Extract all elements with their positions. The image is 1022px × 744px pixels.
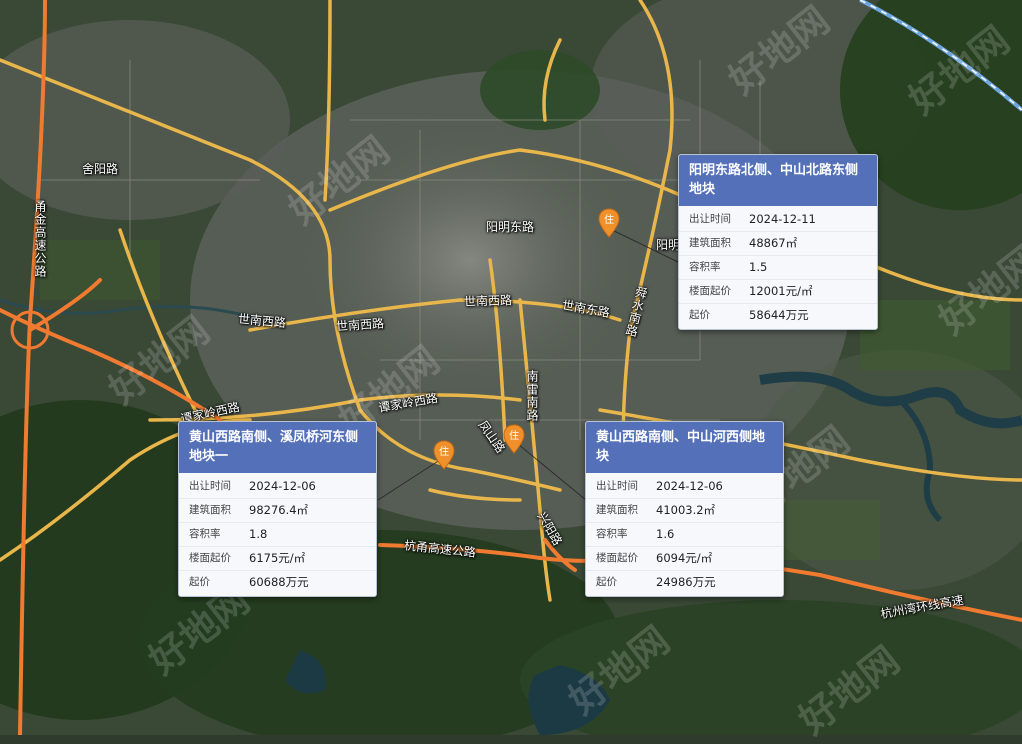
road-label-yangming-east: 阳明东路 [486, 220, 535, 234]
popup-row-floor-price: 楼面起价 6094元/㎡ [586, 546, 783, 570]
row-value: 2024-12-06 [656, 479, 723, 493]
row-label: 建筑面积 [596, 504, 638, 516]
road-label-sheyang: 舍阳路 [82, 162, 119, 176]
row-value: 2024-12-11 [749, 212, 816, 226]
popup-row-date: 出让时间 2024-12-06 [586, 475, 783, 498]
popup-row-start-price: 起价 58644万元 [679, 303, 877, 327]
row-value: 58644万元 [749, 308, 809, 322]
road-label-nanlei: 南雷南路 [525, 370, 539, 422]
popup-row-start-price: 起价 24986万元 [586, 570, 783, 594]
satellite-map[interactable] [0, 0, 1022, 735]
row-value: 12001元/㎡ [749, 284, 813, 298]
residential-pin-icon[interactable]: 住 [503, 424, 525, 454]
row-label: 楼面起价 [189, 552, 231, 564]
row-value: 1.8 [249, 527, 268, 541]
road-label-shinan-west-2: 世南西路 [335, 316, 385, 334]
residential-pin-icon[interactable]: 住 [433, 440, 455, 470]
row-label: 出让时间 [189, 480, 231, 492]
popup-row-area: 建筑面积 41003.2㎡ [586, 498, 783, 522]
road-label-shinan-west-3: 世南西路 [463, 293, 513, 309]
row-value: 24986万元 [656, 575, 716, 589]
row-value: 48867㎡ [749, 236, 798, 250]
popup-row-far: 容积率 1.8 [179, 522, 376, 546]
row-label: 容积率 [689, 261, 721, 273]
row-value: 1.6 [656, 527, 675, 541]
popup-row-date: 出让时间 2024-12-06 [179, 475, 376, 498]
popup-title: 黄山西路南侧、溪凤桥河东侧地块一 [179, 422, 376, 473]
row-label: 起价 [189, 576, 210, 588]
row-label: 楼面起价 [689, 285, 731, 297]
row-label: 出让时间 [596, 480, 638, 492]
row-value: 1.5 [749, 260, 768, 274]
row-label: 容积率 [189, 528, 221, 540]
row-value: 6094元/㎡ [656, 551, 713, 565]
row-label: 起价 [596, 576, 617, 588]
road-label-yangming: 阳明 [656, 238, 681, 252]
residential-pin-icon[interactable]: 住 [598, 208, 620, 238]
row-value: 41003.2㎡ [656, 503, 716, 517]
marker-glyph: 住 [439, 445, 449, 458]
popup-row-floor-price: 楼面起价 12001元/㎡ [679, 279, 877, 303]
popup-row-area: 建筑面积 48867㎡ [679, 231, 877, 255]
popup-row-start-price: 起价 60688万元 [179, 570, 376, 594]
popup-row-far: 容积率 1.5 [679, 255, 877, 279]
row-label: 建筑面积 [189, 504, 231, 516]
row-value: 98276.4㎡ [249, 503, 309, 517]
road-label-expressway-west: 甬金高速公路 [33, 200, 47, 278]
row-label: 楼面起价 [596, 552, 638, 564]
popup-row-far: 容积率 1.6 [586, 522, 783, 546]
row-label: 出让时间 [689, 213, 731, 225]
row-value: 2024-12-06 [249, 479, 316, 493]
popup-row-area: 建筑面积 98276.4㎡ [179, 498, 376, 522]
land-parcel-popup[interactable]: 阳明东路北侧、中山北路东侧地块 出让时间 2024-12-11 建筑面积 48867… [678, 154, 878, 330]
marker-glyph: 住 [509, 429, 519, 442]
land-parcel-popup[interactable]: 黄山西路南侧、中山河西侧地块 出让时间 2024-12-06 建筑面积 41003.… [585, 421, 784, 597]
row-value: 6175元/㎡ [249, 551, 306, 565]
row-label: 容积率 [596, 528, 628, 540]
row-label: 起价 [689, 309, 710, 321]
popup-row-date: 出让时间 2024-12-11 [679, 208, 877, 231]
marker-glyph: 住 [604, 213, 614, 226]
popup-title: 阳明东路北侧、中山北路东侧地块 [679, 155, 877, 206]
popup-title: 黄山西路南侧、中山河西侧地块 [586, 422, 783, 473]
row-value: 60688万元 [249, 575, 309, 589]
popup-row-floor-price: 楼面起价 6175元/㎡ [179, 546, 376, 570]
land-parcel-popup[interactable]: 黄山西路南侧、溪凤桥河东侧地块一 出让时间 2024-12-06 建筑面积 9827… [178, 421, 377, 597]
row-label: 建筑面积 [689, 237, 731, 249]
